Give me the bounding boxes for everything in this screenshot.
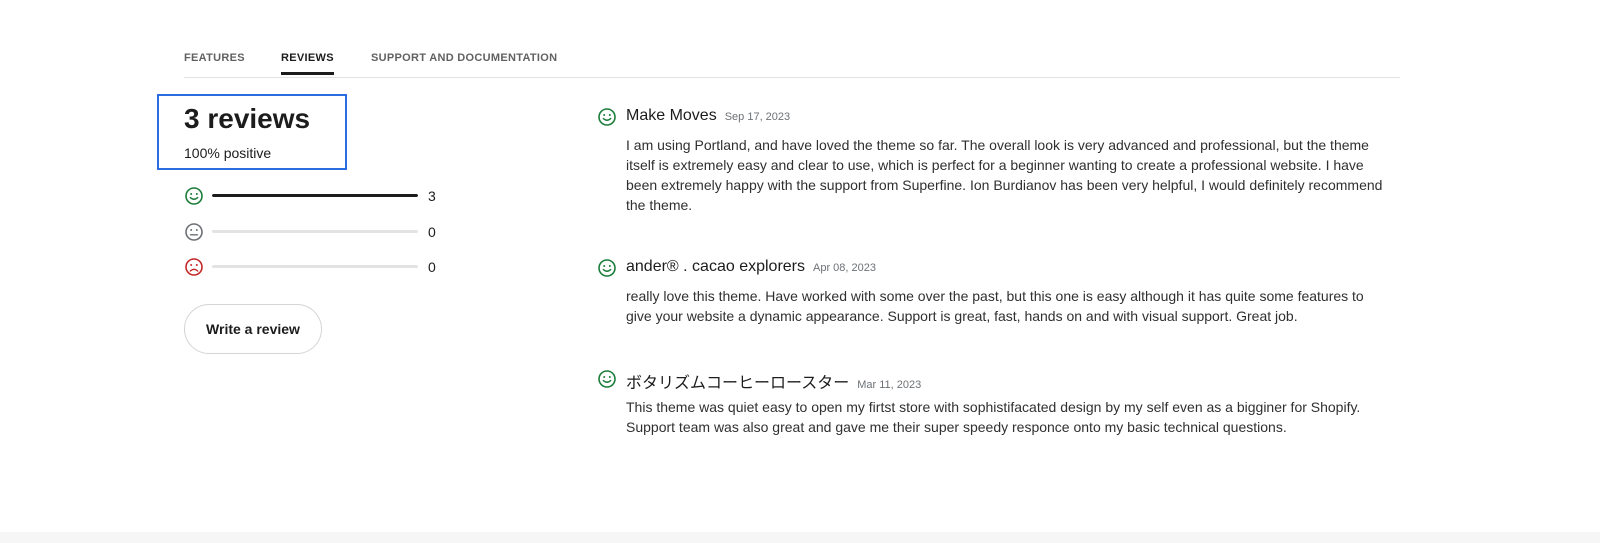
- footer-background: [0, 532, 1600, 543]
- reviews-positive-percentage: 100% positive: [184, 145, 272, 161]
- tab-support-and-documentation[interactable]: SUPPORT AND DOCUMENTATION: [371, 52, 557, 75]
- smiley-face-icon: [597, 369, 617, 389]
- rating-bar-neutral: [212, 230, 418, 233]
- review-author: Make Moves: [626, 107, 717, 124]
- review-header: Make Moves Sep 17, 2023: [626, 107, 790, 125]
- rating-row-positive: 3: [184, 186, 444, 206]
- review-date: Sep 17, 2023: [724, 111, 791, 123]
- rating-row-negative: 0: [184, 257, 444, 277]
- reviews-count-heading: 3 reviews: [184, 103, 311, 134]
- rating-row-neutral: 0: [184, 222, 444, 242]
- smiley-face-icon: [597, 107, 617, 127]
- smiley-face-icon: [597, 258, 617, 278]
- write-review-button[interactable]: Write a review: [184, 304, 322, 354]
- review-date: Apr 08, 2023: [813, 262, 876, 274]
- rating-count-positive: 3: [428, 188, 436, 204]
- review-author: ander® . cacao explorers: [626, 258, 805, 275]
- rating-bar-fill: [212, 194, 418, 197]
- review-date: Mar 11, 2023: [857, 379, 922, 391]
- tab-features[interactable]: FEATURES: [184, 52, 245, 75]
- smiley-face-icon: [184, 186, 204, 206]
- review-author: ボタリズムコーヒーロースター: [626, 375, 850, 392]
- review-header: ander® . cacao explorers Apr 08, 2023: [626, 258, 876, 276]
- review-text: I am using Portland, and have loved the …: [626, 137, 1383, 213]
- rating-count-negative: 0: [428, 259, 436, 275]
- rating-bar-positive: [212, 194, 418, 197]
- review-text: This theme was quiet easy to open my fir…: [626, 399, 1361, 435]
- tab-bar: FEATURES REVIEWS SUPPORT AND DOCUMENTATI…: [184, 40, 1400, 78]
- sad-face-icon: [184, 257, 204, 277]
- tab-reviews[interactable]: REVIEWS: [281, 52, 334, 75]
- review-header: ボタリズムコーヒーロースター Mar 11, 2023: [626, 369, 921, 393]
- rating-bar-negative: [212, 265, 418, 268]
- rating-count-neutral: 0: [428, 224, 436, 240]
- review-text: really love this theme. Have worked with…: [626, 288, 1364, 324]
- neutral-face-icon: [184, 222, 204, 242]
